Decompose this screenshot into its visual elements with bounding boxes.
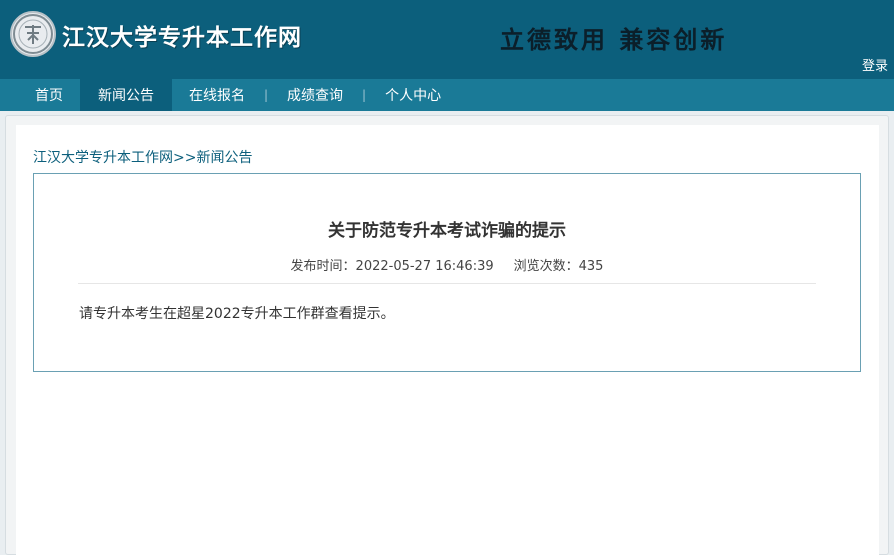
login-link[interactable]: 登录 — [862, 55, 888, 74]
university-emblem-icon[interactable] — [10, 11, 56, 57]
university-motto: 立德致用 兼容创新 — [500, 25, 728, 54]
article-box: 关于防范专升本考试诈骗的提示 发布时间：2022-05-27 16:46:39 浏… — [33, 173, 861, 372]
nav-separator: | — [362, 88, 367, 102]
article-meta: 发布时间：2022-05-27 16:46:39 浏览次数：435 — [34, 255, 860, 274]
site-title[interactable]: 江汉大学专升本工作网 — [62, 18, 302, 52]
nav-item-profile[interactable]: 个人中心 — [368, 79, 458, 111]
article-body: 请专升本考生在超星2022专升本工作群查看提示。 — [79, 306, 395, 322]
publish-time-label: 发布时间： — [290, 259, 356, 274]
publish-time: 2022-05-27 16:46:39 — [355, 259, 494, 274]
article-title: 关于防范专升本考试诈骗的提示 — [328, 221, 566, 241]
article-divider — [78, 283, 816, 284]
nav-item-scores[interactable]: 成绩查询 — [270, 79, 360, 111]
nav-separator: | — [264, 88, 269, 102]
breadcrumb-separator: >> — [173, 150, 197, 166]
main-nav: 首页 新闻公告 在线报名 | 成绩查询 | 个人中心 — [0, 79, 894, 111]
nav-item-news[interactable]: 新闻公告 — [80, 79, 172, 111]
view-count: 435 — [578, 259, 604, 274]
breadcrumb-current-link[interactable]: 新闻公告 — [196, 150, 252, 166]
breadcrumb-home-link[interactable]: 江汉大学专升本工作网 — [33, 150, 173, 166]
nav-item-register[interactable]: 在线报名 — [172, 79, 262, 111]
breadcrumb: 江汉大学专升本工作网>>新闻公告 — [33, 147, 252, 167]
view-count-label: 浏览次数： — [513, 259, 579, 274]
nav-item-home[interactable]: 首页 — [18, 79, 80, 111]
site-header: 江汉大学专升本工作网 立德致用 兼容创新 登录 — [0, 0, 894, 79]
